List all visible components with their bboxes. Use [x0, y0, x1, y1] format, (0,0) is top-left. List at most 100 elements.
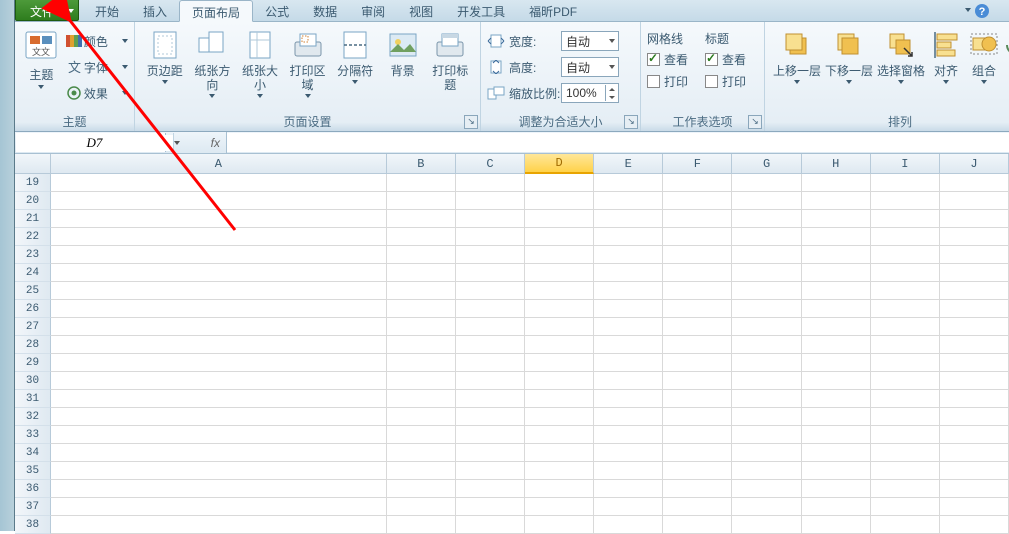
- cell[interactable]: [732, 390, 801, 408]
- size-button[interactable]: 纸张大小: [236, 26, 284, 108]
- cell[interactable]: [525, 408, 594, 426]
- tab-2[interactable]: 页面布局: [179, 0, 253, 22]
- cell[interactable]: [594, 246, 663, 264]
- row-header-23[interactable]: 23: [15, 246, 51, 264]
- theme-icon[interactable]: 文文: [24, 28, 58, 62]
- cell[interactable]: [940, 480, 1009, 498]
- group-button[interactable]: 组合: [965, 26, 1003, 108]
- spinner-up[interactable]: [605, 85, 617, 93]
- send-backward-button[interactable]: 下移一层: [823, 26, 875, 108]
- cell[interactable]: [871, 480, 940, 498]
- cell[interactable]: [940, 390, 1009, 408]
- cell[interactable]: [802, 390, 871, 408]
- cell[interactable]: [387, 390, 456, 408]
- name-box-input[interactable]: [16, 135, 173, 151]
- row-header-35[interactable]: 35: [15, 462, 51, 480]
- cell[interactable]: [51, 318, 387, 336]
- page-setup-dialog-launcher[interactable]: ↘: [464, 115, 478, 129]
- row-header-38[interactable]: 38: [15, 516, 51, 534]
- cell[interactable]: [802, 516, 871, 534]
- cell[interactable]: [594, 390, 663, 408]
- cell[interactable]: [387, 426, 456, 444]
- cell[interactable]: [732, 336, 801, 354]
- cell[interactable]: [732, 246, 801, 264]
- cell[interactable]: [456, 318, 525, 336]
- headings-view-checkbox[interactable]: 查看: [705, 48, 763, 70]
- tab-5[interactable]: 审阅: [349, 0, 397, 21]
- cell[interactable]: [940, 426, 1009, 444]
- cell[interactable]: [871, 372, 940, 390]
- cell[interactable]: [594, 318, 663, 336]
- cell[interactable]: [456, 246, 525, 264]
- cell[interactable]: [663, 408, 732, 426]
- scale-dialog-launcher[interactable]: ↘: [624, 115, 638, 129]
- cell[interactable]: [51, 228, 387, 246]
- cell[interactable]: [802, 192, 871, 210]
- cell[interactable]: [871, 498, 940, 516]
- cell[interactable]: [594, 264, 663, 282]
- formula-input[interactable]: [227, 133, 1009, 152]
- tab-4[interactable]: 数据: [301, 0, 349, 21]
- cell[interactable]: [871, 192, 940, 210]
- cell[interactable]: [871, 246, 940, 264]
- cell[interactable]: [387, 210, 456, 228]
- cell[interactable]: [663, 246, 732, 264]
- cell[interactable]: [663, 498, 732, 516]
- cell[interactable]: [802, 498, 871, 516]
- cell[interactable]: [732, 516, 801, 534]
- cell[interactable]: [51, 336, 387, 354]
- cell[interactable]: [871, 228, 940, 246]
- selection-pane-button[interactable]: 选择窗格: [875, 26, 927, 108]
- cell[interactable]: [663, 210, 732, 228]
- cell[interactable]: [51, 372, 387, 390]
- col-header-F[interactable]: F: [663, 154, 732, 174]
- cell[interactable]: [387, 174, 456, 192]
- cell[interactable]: [525, 516, 594, 534]
- cell[interactable]: [387, 408, 456, 426]
- col-header-C[interactable]: C: [456, 154, 525, 174]
- cell[interactable]: [525, 372, 594, 390]
- name-box[interactable]: [16, 133, 166, 152]
- cell[interactable]: [456, 228, 525, 246]
- select-all-corner[interactable]: [15, 154, 51, 174]
- cell[interactable]: [802, 282, 871, 300]
- row-header-20[interactable]: 20: [15, 192, 51, 210]
- cell[interactable]: [940, 192, 1009, 210]
- cell[interactable]: [940, 498, 1009, 516]
- cell[interactable]: [871, 444, 940, 462]
- cell[interactable]: [940, 282, 1009, 300]
- cell[interactable]: [663, 444, 732, 462]
- cell[interactable]: [456, 192, 525, 210]
- cell[interactable]: [594, 498, 663, 516]
- scale-spinner[interactable]: [561, 83, 619, 103]
- sheet-options-dialog-launcher[interactable]: ↘: [748, 115, 762, 129]
- cell[interactable]: [871, 462, 940, 480]
- cell[interactable]: [732, 192, 801, 210]
- cell[interactable]: [732, 300, 801, 318]
- cell[interactable]: [940, 300, 1009, 318]
- cell[interactable]: [594, 408, 663, 426]
- cell[interactable]: [456, 282, 525, 300]
- headings-print-checkbox[interactable]: 打印: [705, 70, 763, 92]
- print_area-button[interactable]: 打印区域: [284, 26, 332, 108]
- cell[interactable]: [387, 480, 456, 498]
- cell[interactable]: [387, 282, 456, 300]
- tab-7[interactable]: 开发工具: [445, 0, 517, 21]
- row-header-36[interactable]: 36: [15, 480, 51, 498]
- row-header-28[interactable]: 28: [15, 336, 51, 354]
- cell[interactable]: [663, 390, 732, 408]
- row-header-32[interactable]: 32: [15, 408, 51, 426]
- row-header-33[interactable]: 33: [15, 426, 51, 444]
- cell[interactable]: [51, 282, 387, 300]
- tab-8[interactable]: 福昕PDF: [517, 0, 589, 21]
- cell[interactable]: [663, 426, 732, 444]
- cell[interactable]: [871, 408, 940, 426]
- cell[interactable]: [732, 282, 801, 300]
- cell[interactable]: [663, 516, 732, 534]
- col-header-A[interactable]: A: [51, 154, 387, 174]
- cell[interactable]: [663, 192, 732, 210]
- cell[interactable]: [387, 516, 456, 534]
- row-header-24[interactable]: 24: [15, 264, 51, 282]
- cell[interactable]: [732, 426, 801, 444]
- cell[interactable]: [732, 480, 801, 498]
